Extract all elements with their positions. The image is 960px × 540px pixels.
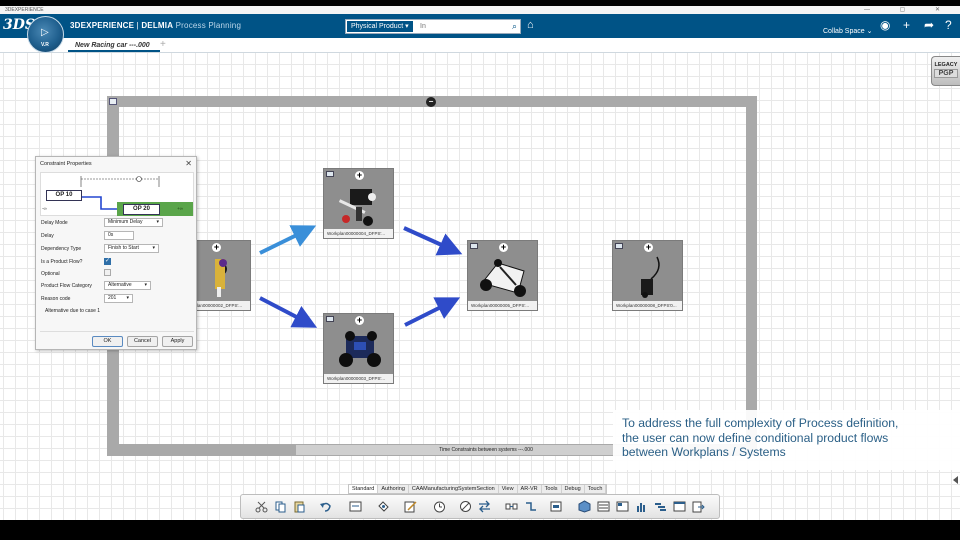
flow-arrow-alt-upper[interactable] xyxy=(259,225,317,255)
tab-ar-vr[interactable]: AR-VR xyxy=(518,485,542,493)
link-icon[interactable] xyxy=(377,500,390,513)
caption-line: To address the full complexity of Proces… xyxy=(622,416,899,430)
chart-icon[interactable] xyxy=(635,500,648,513)
delay-input[interactable]: 0s xyxy=(104,231,134,240)
constraint-properties-dialog: Constraint Properties ✕ OP 10 -∞ OP 20 +… xyxy=(35,156,197,350)
car-part-image xyxy=(338,189,376,226)
app-window: 3DEXPERIENCE — ▢ ✕ 3DS 3DEXPERIENCE | DE… xyxy=(0,0,960,540)
flow-arrow-lower[interactable] xyxy=(259,296,318,328)
flow-category-value: Alternative xyxy=(108,282,132,288)
dependency-type-value: Finish to Start xyxy=(108,245,139,251)
op-from-infinity: -∞ xyxy=(42,206,47,211)
delay-mode-dropdown[interactable]: Minimum Delay ▾ xyxy=(104,218,163,227)
copy-icon[interactable] xyxy=(274,500,287,513)
workplan-node-3[interactable]: + Workplan00000003_DFPS'... xyxy=(323,313,394,384)
delay-mode-label: Delay Mode xyxy=(41,220,68,226)
tab-tools[interactable]: Tools xyxy=(542,485,562,493)
constraint-icon[interactable] xyxy=(505,500,518,513)
reason-code-label: Reason code xyxy=(41,296,71,302)
tab-standard[interactable]: Standard xyxy=(349,485,379,493)
car-part-image xyxy=(339,331,381,367)
flow-arrow-lower-to-mid[interactable] xyxy=(404,297,461,327)
workplan-label: Workplan00000003_DFPS'... xyxy=(324,374,393,383)
dependency-type-dropdown[interactable]: Finish to Start ▾ xyxy=(104,244,159,253)
chevron-down-icon: ▾ xyxy=(152,245,155,251)
reason-code-dropdown[interactable]: 201 ▾ xyxy=(104,294,133,303)
panel-toggle-icon[interactable] xyxy=(953,476,958,484)
product-flow-checkbox[interactable]: ✓ xyxy=(104,258,111,265)
workplan-label: Workplan00000005_DFPS'... xyxy=(468,301,537,310)
tab-authoring[interactable]: Authoring xyxy=(378,485,409,493)
paste-icon[interactable] xyxy=(293,500,306,513)
window-icon[interactable] xyxy=(673,500,686,513)
chevron-down-icon: ▾ xyxy=(156,219,159,225)
dependency-type-label: Dependency Type xyxy=(41,246,82,252)
flow-category-dropdown[interactable]: Alternative ▾ xyxy=(104,281,151,290)
cancel-button[interactable]: Cancel xyxy=(127,336,158,347)
system-icon[interactable] xyxy=(349,500,362,513)
op-to-box[interactable]: OP 20 xyxy=(123,204,160,215)
flow-category-label: Product Flow Category xyxy=(41,283,92,289)
action-bar-tabs: Standard Authoring CAAManufacturingSyste… xyxy=(348,484,608,494)
delay-mode-value: Minimum Delay xyxy=(108,219,143,225)
workplan-label: Workplan00000004_DFPS'... xyxy=(324,229,393,238)
tab-view[interactable]: View xyxy=(499,485,518,493)
flow-icon[interactable] xyxy=(459,500,472,513)
workplan-node-5[interactable]: + Workplan00000008_DFPS'0... xyxy=(612,240,683,311)
undo-icon[interactable] xyxy=(319,500,332,513)
connect-icon[interactable] xyxy=(524,500,537,513)
car-part-image xyxy=(641,256,660,298)
cut-icon[interactable] xyxy=(255,500,268,513)
tab-debug[interactable]: Debug xyxy=(562,485,585,493)
timer-icon[interactable] xyxy=(433,500,446,513)
workplan-node-4[interactable]: + Workplan00000005_DFPS'... xyxy=(467,240,538,311)
swap-icon[interactable] xyxy=(478,500,491,513)
gantt-icon[interactable] xyxy=(654,500,667,513)
reason-description: Alternative due to case 1 xyxy=(45,308,101,314)
edit-icon[interactable] xyxy=(404,500,417,513)
list-icon[interactable] xyxy=(597,500,610,513)
reason-code-value: 201 xyxy=(108,295,117,301)
compass-widget[interactable]: ▷ V.R xyxy=(27,16,64,53)
car-part-image xyxy=(480,259,526,297)
legacy-label: LEGACY xyxy=(934,62,958,68)
play-icon[interactable]: ▷ xyxy=(41,27,49,38)
op-from-box[interactable]: OP 10 xyxy=(46,190,82,201)
constraint-diagram: OP 10 -∞ OP 20 +∞ xyxy=(40,172,194,216)
chevron-down-icon: ▾ xyxy=(126,295,129,301)
tab-caa-manufacturing[interactable]: CAAManufacturingSystemSection xyxy=(409,485,499,493)
op-to-infinity: +∞ xyxy=(177,206,183,211)
optional-label: Optional xyxy=(41,271,60,277)
optional-checkbox[interactable] xyxy=(104,269,111,276)
letterbox-bottom xyxy=(0,520,960,540)
close-icon[interactable]: ✕ xyxy=(185,159,192,168)
product-flow-label: Is a Product Flow? xyxy=(41,259,83,265)
workplan-label: Workplan00000008_DFPS'0... xyxy=(613,301,682,310)
ok-button[interactable]: OK xyxy=(92,336,123,347)
delay-label: Delay xyxy=(41,233,54,239)
dialog-title: Constraint Properties xyxy=(40,161,92,167)
legacy-pgp-badge[interactable]: LEGACY PGP xyxy=(931,56,960,86)
action-bar xyxy=(240,494,720,519)
caption-line: the user can now define conditional prod… xyxy=(622,430,889,445)
compass-version: V.R xyxy=(41,42,49,48)
flow-arrow-upper-to-mid[interactable] xyxy=(403,226,463,256)
caption-line: between Workplans / Systems xyxy=(622,445,786,459)
caption-overlay: To address the full complexity of Proces… xyxy=(613,410,960,470)
cube-icon[interactable] xyxy=(578,500,591,513)
pgp-label: PGP xyxy=(934,69,958,78)
tab-touch[interactable]: Touch xyxy=(585,485,607,493)
assign-icon[interactable] xyxy=(550,500,563,513)
workplan-node-2[interactable]: + Workplan00000004_DFPS'... xyxy=(323,168,394,239)
apply-button[interactable]: Apply xyxy=(162,336,193,347)
export-icon[interactable] xyxy=(692,500,705,513)
table-icon[interactable] xyxy=(616,500,629,513)
dialog-divider xyxy=(40,331,194,332)
chevron-down-icon: ▾ xyxy=(144,282,147,288)
